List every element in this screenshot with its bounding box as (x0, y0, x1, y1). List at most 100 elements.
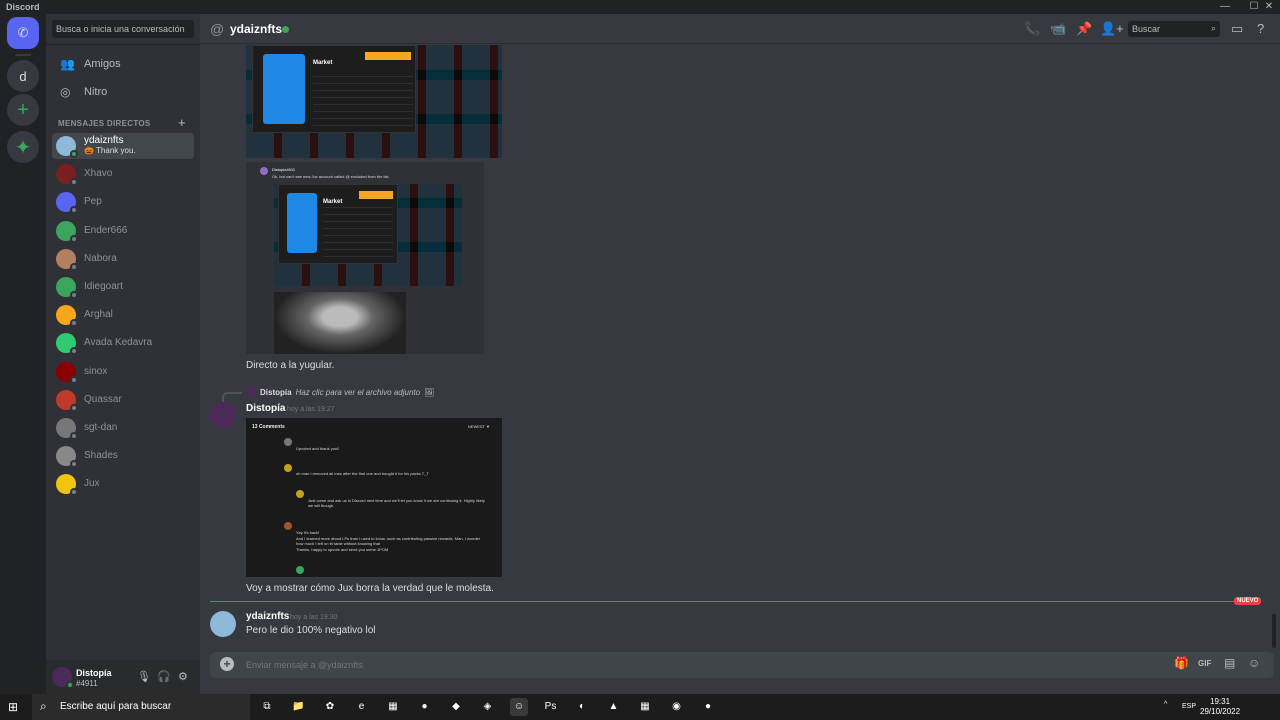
nav-nitro[interactable]: ◎ Nitro (52, 80, 194, 104)
upload-plus-icon[interactable]: + (220, 657, 234, 671)
nav-friends[interactable]: 👥 Amigos (52, 52, 194, 76)
tray-language[interactable]: ESP (1182, 703, 1196, 710)
dm-item-xhavo[interactable]: Xhavo (52, 161, 194, 187)
explore-servers-button[interactable]: ✦ (7, 131, 39, 163)
voice-call-icon[interactable]: 📞 (1024, 21, 1040, 37)
app-title: Discord (6, 2, 40, 12)
photoshop-icon[interactable]: Ps (542, 698, 560, 716)
app-icon[interactable]: ✿ (321, 698, 339, 716)
reply-text: Haz clic para ver el archivo adjunto (295, 387, 421, 397)
dm-item-name: ydaiznfts (84, 135, 124, 146)
user-avatar[interactable] (52, 667, 74, 689)
message-composer[interactable]: + Enviar mensaje a @ydaiznfts 🎁 GIF ▤ ☺ (210, 652, 1274, 678)
app-blue-icon[interactable]: ◈ (479, 698, 497, 716)
app-circle-icon[interactable]: ◐ (573, 698, 591, 716)
reply-author: Distopía (260, 387, 292, 397)
dm-item-sinox[interactable]: sinox (52, 359, 194, 385)
sticker-icon[interactable]: ▤ (1224, 656, 1235, 670)
avatar (56, 192, 78, 215)
dm-sidebar: Busca o inicia una conversación 👥 Amigos… (46, 14, 200, 660)
dm-item-name: sinox (84, 365, 108, 377)
comment-line: And I learned more about LPs than I used… (296, 536, 481, 546)
gif-icon[interactable]: GIF (1198, 659, 1211, 668)
dm-item-sgt-dan[interactable]: sgt-dan (52, 415, 194, 441)
settings-gear-icon[interactable]: ⚙ (178, 670, 188, 683)
embed-text: Ok, but can't see new Jux account called… (272, 174, 390, 179)
attachment-image-market[interactable]: Market (246, 45, 502, 158)
taskbar-search-placeholder: Escribe aquí para buscar (60, 701, 172, 712)
close-button[interactable]: ✕ (1258, 0, 1280, 14)
online-status-dot (282, 26, 289, 33)
tray-caret-icon[interactable]: ^ (1164, 701, 1167, 708)
comment-line: oh man i removed all mes after the first… (296, 471, 429, 476)
message-avatar-distopia[interactable] (210, 402, 236, 428)
inbox-icon[interactable]: ▭ (1231, 21, 1243, 37)
status-indicator (70, 460, 78, 469)
avatar (56, 136, 78, 158)
dm-item-shades[interactable]: Shades (52, 443, 194, 469)
server-d[interactable]: d (7, 60, 39, 92)
pinned-messages-icon[interactable]: 📌 (1076, 21, 1092, 37)
reply-preview[interactable]: Distopía Haz clic para ver el archivo ad… (246, 387, 434, 397)
dm-section-header: MENSAJES DIRECTOS (58, 119, 151, 128)
home-button[interactable]: ✆ (7, 17, 39, 49)
attachment-image-embed[interactable]: Distopia4911 Ok, but can't see new Jux a… (246, 162, 484, 354)
dm-item-pep[interactable]: Pep (52, 189, 194, 215)
attachment-image-comments[interactable]: 13 Comments NEWEST ▼ Upvoted and thank y… (246, 418, 502, 577)
at-icon: @ (210, 21, 225, 37)
avatar (56, 389, 78, 412)
market-panel: Market (252, 45, 416, 133)
windows-start-icon[interactable]: ⊞ (8, 700, 22, 714)
gift-icon[interactable]: 🎁 (1174, 656, 1189, 670)
clock-time: 19:31 (1210, 697, 1231, 706)
dm-item-nabora[interactable]: Nabora (52, 246, 194, 272)
dm-item-idiegoart[interactable]: Idiegoart (52, 274, 194, 300)
chat-search-input[interactable]: Buscar ⌕ (1128, 21, 1220, 37)
minimize-button[interactable]: — (1214, 0, 1236, 14)
user-name: Distopía (76, 668, 112, 678)
message-timestamp: hoy a las 19:30 (290, 614, 338, 621)
comment-line: Thanks, happy to upvote and send you som… (296, 547, 389, 552)
store-icon[interactable]: ▦ (384, 698, 402, 716)
taskbar-search-input[interactable]: ⌕ Escribe aquí para buscar (32, 694, 250, 720)
dm-item-ydaiznfts[interactable]: ydaiznfts 🎃 Thank you. (52, 133, 194, 159)
chat-scrollbar[interactable] (1272, 614, 1276, 648)
dm-item-name: Arghal (84, 309, 113, 321)
add-friends-to-dm-icon[interactable]: 👤+ (1100, 21, 1124, 37)
calculator-icon[interactable]: ▦ (636, 698, 654, 716)
microphone-icon[interactable]: 🎙 (137, 670, 151, 683)
dm-item-ender666[interactable]: Ender666 (52, 218, 194, 244)
status-indicator (70, 206, 78, 215)
headset-icon[interactable]: 🎧 (157, 670, 171, 683)
chat-title: ydaiznfts (230, 22, 283, 36)
taskbar-clock[interactable]: 19:31 29/10/2022 (1200, 697, 1240, 717)
discord-icon[interactable]: ☺ (510, 698, 528, 716)
dm-item-jux[interactable]: Jux (52, 471, 194, 497)
message-avatar-ydaiznfts[interactable] (210, 611, 236, 637)
dm-item-quassar[interactable]: Quassar (52, 387, 194, 413)
add-server-button[interactable]: + (7, 94, 39, 126)
chrome2-icon[interactable]: ● (699, 698, 717, 716)
media-icon[interactable]: ◉ (668, 698, 686, 716)
dm-item-arghal[interactable]: Arghal (52, 302, 194, 328)
message-author[interactable]: Distopía (246, 403, 285, 414)
emoji-icon[interactable]: ☺ (1248, 656, 1260, 670)
video-call-icon[interactable]: 📹 (1050, 21, 1066, 37)
nav-friends-label: Amigos (84, 58, 121, 70)
compass-icon: ✦ (14, 136, 32, 159)
dm-search-input[interactable]: Busca o inicia una conversación (52, 20, 194, 38)
message-input[interactable]: Enviar mensaje a @ydaiznfts (246, 660, 363, 670)
file-explorer-icon[interactable]: 📁 (290, 698, 308, 716)
help-icon[interactable]: ? (1257, 21, 1264, 36)
dm-item-avada-kedavra[interactable]: Avada Kedavra (52, 330, 194, 356)
task-view-icon[interactable]: ⧉ (258, 698, 276, 716)
app-red-icon[interactable]: ◆ (447, 698, 465, 716)
edge-icon[interactable]: e (353, 698, 371, 716)
market-title: Market (313, 60, 333, 66)
message-author[interactable]: ydaiznfts (246, 611, 289, 622)
dm-item-name: Xhavo (84, 168, 113, 180)
chrome-icon[interactable]: ● (416, 698, 434, 716)
avatar (56, 277, 78, 299)
create-dm-button[interactable]: + (178, 115, 186, 130)
vlc-icon[interactable]: ▲ (605, 698, 623, 716)
